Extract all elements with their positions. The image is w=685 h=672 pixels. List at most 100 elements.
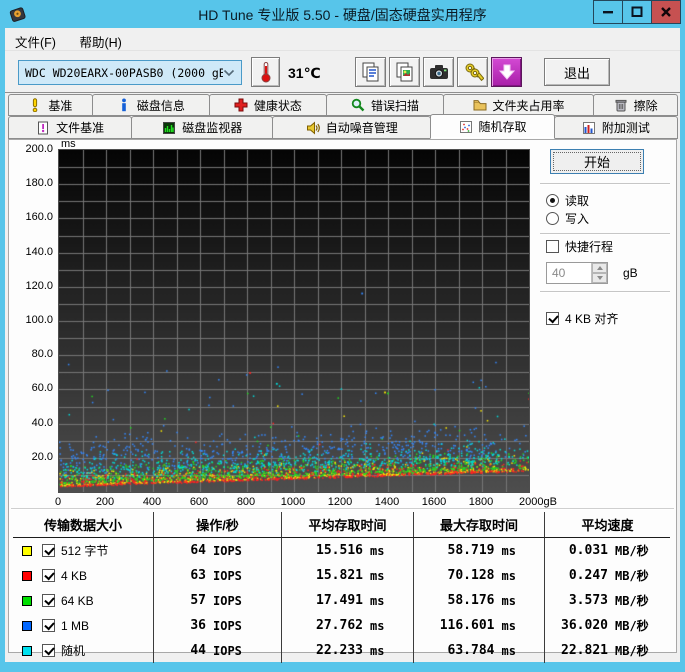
separator (540, 291, 670, 293)
tab-erase[interactable]: 擦除 (593, 94, 679, 116)
table-row: 随机 44 IOPS 22.233 ms 63.784 ms 22.821 MB/秒 (13, 638, 670, 663)
radio-off-icon (546, 212, 559, 225)
start-button[interactable]: 开始 (550, 149, 644, 174)
max-access-time-value: 116.601 ms (413, 613, 544, 638)
screenshot-button[interactable] (423, 57, 454, 87)
drive-select-value: WDC WD20EARX-00PASB0 (2000 gB) (25, 65, 223, 80)
max-access-time-value: 58.719 ms (413, 538, 544, 563)
series-cell: 1 MB (13, 613, 153, 638)
y-tick-label: 20.0 (31, 450, 53, 463)
tab-file-benchmark[interactable]: 文件基准 (8, 116, 133, 139)
temperature-value: 31℃ (288, 65, 321, 81)
table-row: 64 KB 57 IOPS 17.491 ms 58.176 ms 3.573 MB/秒 (13, 588, 670, 613)
exit-button[interactable]: 退出 (544, 58, 610, 86)
read-radio[interactable]: 读取 (546, 192, 589, 209)
access-time-scatter-chart (58, 149, 530, 493)
write-radio[interactable]: 写入 (546, 210, 589, 227)
y-tick-label: 120.0 (25, 279, 53, 292)
y-tick-label: 180.0 (25, 177, 53, 190)
series-checkbox[interactable] (42, 644, 55, 657)
update-button[interactable] (491, 57, 522, 87)
keys-icon (462, 61, 484, 83)
tab-disk-monitor[interactable]: 磁盘监视器 (131, 116, 274, 139)
shortstroke-label: 快捷行程 (565, 240, 614, 254)
random-access-page: ms 20.0 40.0 60.0 80.0 100.0 120.0 140.0 160.0 1… (8, 138, 677, 663)
tab-aam[interactable]: 自动噪音管理 (272, 116, 432, 139)
tab-label: 基准 (48, 98, 73, 113)
series-checkbox[interactable] (42, 594, 55, 607)
temperature-button[interactable] (251, 57, 280, 87)
avg-speed-value: 0.247 MB/秒 (544, 563, 670, 588)
series-label: 4 KB (61, 568, 88, 583)
x-tick-label: 2000gB (519, 496, 557, 508)
align-checkbox[interactable]: 4 KB 对齐 (546, 310, 618, 327)
drive-select[interactable]: WDC WD20EARX-00PASB0 (2000 gB) (18, 60, 242, 85)
series-checkbox[interactable] (42, 619, 55, 632)
menu-help[interactable]: 帮助(H) (69, 28, 131, 54)
y-tick-label: 80.0 (31, 348, 53, 361)
copy-image-button[interactable] (389, 57, 420, 87)
folder-usage-icon (473, 98, 488, 112)
minimize-button[interactable] (593, 0, 623, 24)
series-cell: 随机 (13, 638, 153, 663)
series-cell: 4 KB (13, 563, 153, 588)
write-radio-label: 写入 (565, 212, 590, 226)
spin-up-button[interactable] (592, 263, 607, 273)
y-tick-label: 200.0 (25, 143, 53, 155)
random-access-icon (459, 120, 474, 134)
capacity-value: 40 (552, 266, 566, 280)
tab-benchmark[interactable]: 基准 (8, 94, 93, 116)
close-button[interactable] (651, 0, 681, 24)
series-label: 512 字节 (61, 544, 109, 558)
avg-speed-value: 3.573 MB/秒 (544, 588, 670, 613)
tab-random-access[interactable]: 随机存取 (430, 114, 555, 139)
series-label: 64 KB (61, 593, 94, 608)
thermometer-icon (261, 62, 270, 83)
chevron-down-icon (223, 69, 235, 76)
tab-health[interactable]: 健康状态 (208, 94, 327, 116)
title-bar[interactable]: HD Tune 专业版 5.50 - 硬盘/固态硬盘实用程序 (0, 0, 685, 28)
avg-access-time-value: 15.516 ms (281, 538, 413, 563)
spin-down-button[interactable] (592, 273, 607, 283)
series-checkbox[interactable] (42, 569, 55, 582)
series-checkbox[interactable] (42, 544, 55, 557)
series-color-swatch (22, 545, 32, 556)
keys-button[interactable] (457, 57, 488, 87)
tab-error-scan[interactable]: 错误扫描 (325, 94, 444, 116)
avg-access-time-value: 17.491 ms (281, 588, 413, 613)
separator (540, 183, 670, 185)
avg-access-time-value: 15.821 ms (281, 563, 413, 588)
iops-value: 64 IOPS (153, 538, 281, 563)
menu-file[interactable]: 文件(F) (5, 28, 66, 54)
tab-extra-tests[interactable]: 附加测试 (553, 116, 678, 139)
copy-text-icon (360, 61, 382, 83)
disk-monitor-icon (162, 121, 177, 135)
window-title: HD Tune 专业版 5.50 - 硬盘/固态硬盘实用程序 (198, 7, 487, 23)
series-label: 1 MB (61, 618, 90, 633)
separator (540, 233, 670, 235)
close-icon (661, 7, 671, 17)
aam-icon (306, 121, 321, 135)
checkbox-checked-icon (546, 312, 559, 325)
tab-label: 附加测试 (601, 121, 650, 135)
column-header: 操作/秒 (153, 512, 281, 538)
checkbox-unchecked-icon (546, 240, 559, 253)
client-area: 文件(F) 帮助(H) WDC WD20EARX-00PASB0 (2000 g… (5, 28, 680, 663)
tab-folder-usage[interactable]: 文件夹占用率 (442, 94, 595, 116)
tab-label: 磁盘信息 (136, 98, 185, 113)
series-color-swatch (22, 645, 32, 656)
disk-info-icon (117, 98, 132, 112)
tab-disk-info[interactable]: 磁盘信息 (91, 94, 210, 116)
capacity-spinner[interactable]: 40 (546, 262, 608, 284)
tab-label: 文件夹占用率 (492, 98, 565, 113)
maximize-button[interactable] (622, 0, 652, 24)
tab-label: 文件基准 (56, 121, 105, 135)
column-header: 最大存取时间 (413, 512, 544, 538)
y-tick-label: 160.0 (25, 211, 53, 224)
copy-text-button[interactable] (355, 57, 386, 87)
avg-access-time-value: 22.233 ms (281, 638, 413, 663)
health-icon (234, 98, 249, 112)
y-tick-label: 100.0 (25, 314, 53, 326)
shortstroke-checkbox[interactable]: 快捷行程 (546, 238, 613, 255)
avg-speed-value: 36.020 MB/秒 (544, 613, 670, 638)
